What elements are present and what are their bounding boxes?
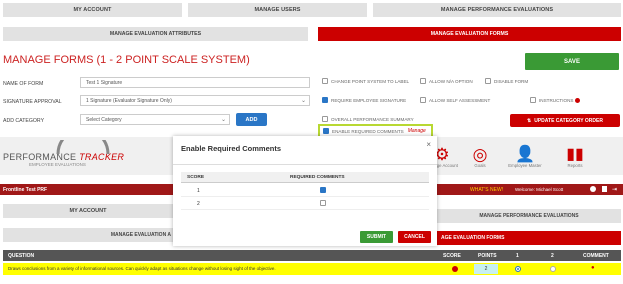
- comment-icon[interactable]: ●: [591, 265, 595, 271]
- whats-new-link[interactable]: WHAT'S NEW!: [470, 187, 503, 193]
- page-title: MANAGE FORMS (1 - 2 POINT SCALE SYSTEM): [3, 54, 250, 66]
- checkbox-checked-icon[interactable]: [323, 128, 329, 134]
- points-value: 2: [474, 264, 498, 274]
- chevron-down-icon: ⌄: [220, 117, 226, 123]
- header-1: 1: [516, 253, 519, 259]
- option-label: ENABLE REQUIRED COMMENTS: [332, 128, 404, 134]
- modal-row: [181, 184, 429, 197]
- nav-employee-master[interactable]: 👤 Employee Master: [505, 146, 545, 169]
- form-name-label: NAME OF FORM: [3, 81, 44, 87]
- table-row: Draws conclusions from a variety of info…: [3, 263, 621, 275]
- save-button[interactable]: SAVE: [525, 53, 619, 70]
- logout-icon[interactable]: ⇥: [612, 186, 617, 193]
- bg-tab-manage-eval-attr: MANAGE EVALUATION A: [3, 228, 173, 242]
- chevron-down-icon: ⌄: [300, 98, 306, 104]
- col-score-header: SCORE: [187, 175, 205, 180]
- signature-approval-select[interactable]: 1 Signature (Evaluator Signature Only) ⌄: [80, 95, 310, 106]
- header-2: 2: [551, 253, 554, 259]
- modal-title: Enable Required Comments: [181, 144, 282, 153]
- gauge-icon: [56, 140, 110, 154]
- row-score: 2: [197, 201, 200, 207]
- checkbox-checked-icon[interactable]: [320, 187, 326, 193]
- submit-button[interactable]: SUBMIT: [360, 231, 393, 243]
- header-comment: COMMENT: [583, 253, 609, 259]
- radio-selected-icon[interactable]: [515, 266, 521, 272]
- add-category-button[interactable]: ADD: [236, 113, 267, 126]
- tab-manage-performance-evaluations[interactable]: MANAGE PERFORMANCE EVALUATIONS: [373, 3, 621, 17]
- header-question: QUESTION: [8, 253, 35, 259]
- info-icon[interactable]: [575, 97, 581, 103]
- nav-label: Goals: [474, 163, 486, 168]
- option-instructions[interactable]: INSTRUCTIONS: [530, 97, 581, 103]
- bg-tab-label: MANAGE EVALUATION A: [110, 232, 171, 238]
- logo-sub: EMPLOYEE EVALUATIONS: [29, 162, 86, 167]
- lock-icon[interactable]: [602, 186, 607, 192]
- option-disable-form[interactable]: DISABLE FORM: [485, 78, 528, 84]
- question-table-header: QUESTION SCORE POINTS 1 2 COMMENT: [3, 250, 621, 261]
- option-allow-na[interactable]: ALLOW N/A OPTION: [420, 78, 473, 84]
- header-points: POINTS: [478, 253, 497, 259]
- company-name: Frontline Test PRF: [3, 187, 48, 193]
- row-score: 1: [197, 188, 200, 194]
- option-require-signature[interactable]: REQUIRE EMPLOYEE SIGNATURE: [322, 97, 406, 103]
- tab-manage-evaluation-attributes[interactable]: MANAGE EVALUATION ATTRIBUTES: [3, 27, 308, 41]
- option-label: CHANGE POINT SYSTEM TO LABEL: [331, 78, 410, 84]
- question-text: Draws conclusions from a variety of info…: [8, 266, 276, 271]
- signature-approval-label: SIGNATURE APPROVAL: [3, 99, 62, 105]
- welcome-text: Welcome: Michael Scott: [515, 187, 564, 192]
- tab-manage-evaluation-forms[interactable]: MANAGE EVALUATION FORMS: [318, 27, 621, 41]
- option-label: ALLOW SELF ASSESSMENT: [429, 97, 491, 103]
- add-category-select[interactable]: Select Category ⌄: [80, 114, 230, 125]
- checkbox-icon[interactable]: [420, 78, 426, 84]
- nav-label: Reports: [567, 163, 583, 168]
- checkbox-icon[interactable]: [485, 78, 491, 84]
- user-icon: 👤: [515, 146, 535, 163]
- target-icon: ◎: [472, 145, 488, 164]
- option-label: REQUIRE EMPLOYEE SIGNATURE: [331, 97, 407, 103]
- update-category-order-button[interactable]: ⇅ UPDATE CATEGORY ORDER: [510, 114, 620, 127]
- category-value: Select Category: [86, 116, 122, 123]
- cancel-button[interactable]: CANCEL: [398, 231, 431, 243]
- option-overall-summary[interactable]: OVERALL PERFORMANCE SUMMARY: [322, 116, 414, 122]
- nav-reports[interactable]: ▮▮ Reports: [555, 146, 595, 169]
- option-label: OVERALL PERFORMANCE SUMMARY: [331, 116, 414, 122]
- logo: PERFORMANCE TRACKER EMPLOYEE EVALUATIONS: [3, 140, 124, 167]
- close-icon[interactable]: ×: [426, 140, 431, 149]
- option-label: DISABLE FORM: [494, 78, 529, 84]
- checkbox-icon[interactable]: [322, 116, 328, 122]
- bg-tab-manage-perf: MANAGE PERFORMANCE EVALUATIONS: [437, 209, 621, 223]
- modal-divider: [173, 164, 437, 165]
- option-label: ALLOW N/A OPTION: [429, 78, 473, 84]
- radio-icon[interactable]: [550, 266, 556, 272]
- tab-my-account[interactable]: MY ACCOUNT: [3, 3, 182, 17]
- info-icon[interactable]: [452, 266, 458, 272]
- update-order-label: UPDATE CATEGORY ORDER: [534, 117, 603, 124]
- checkbox-checked-icon[interactable]: [322, 97, 328, 103]
- sort-icon: ⇅: [527, 117, 532, 124]
- bg-tab-manage-forms: AGE EVALUATION FORMS: [437, 231, 621, 245]
- checkbox-icon[interactable]: [530, 97, 536, 103]
- form-name-input[interactable]: Test 1 Signature: [80, 77, 310, 88]
- modal-row: [181, 197, 429, 210]
- modal-dialog: Enable Required Comments × SCORE REQUIRE…: [173, 136, 437, 246]
- nav-label: Employee Master: [508, 163, 542, 168]
- help-icon[interactable]: [590, 186, 596, 192]
- signature-value: 1 Signature (Evaluator Signature Only): [86, 97, 172, 104]
- col-required-header: REQUIRED COMMENTS: [290, 175, 345, 180]
- option-change-point[interactable]: CHANGE POINT SYSTEM TO LABEL: [322, 78, 409, 84]
- option-label: INSTRUCTIONS: [539, 97, 574, 103]
- checkbox-icon[interactable]: [320, 200, 326, 206]
- manage-link[interactable]: Manage: [408, 128, 426, 134]
- tab-manage-users[interactable]: MANAGE USERS: [188, 3, 367, 17]
- checkbox-icon[interactable]: [322, 78, 328, 84]
- checkbox-icon[interactable]: [420, 97, 426, 103]
- header-score: SCORE: [443, 253, 461, 259]
- bg-tab-my-account: MY ACCOUNT: [3, 204, 173, 218]
- nav-goals[interactable]: ◎ Goals: [465, 145, 495, 168]
- add-category-label: ADD CATEGORY: [3, 118, 45, 124]
- option-allow-self[interactable]: ALLOW SELF ASSESSMENT: [420, 97, 490, 103]
- bar-chart-icon: ▮▮: [566, 146, 584, 163]
